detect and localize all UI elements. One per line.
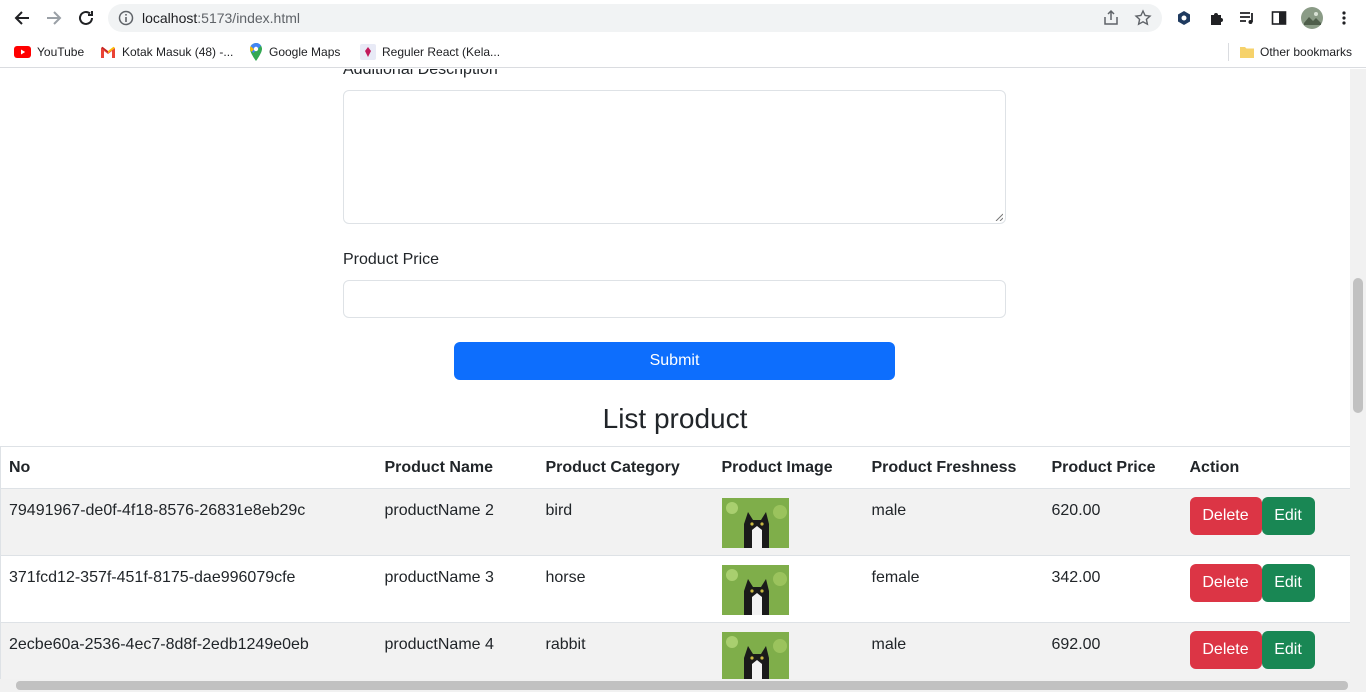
list-title: List product	[602, 403, 748, 434]
product-image-cell	[713, 488, 864, 556]
product-table: No Product Name Product Category Product…	[0, 446, 1350, 679]
vertical-scroll-thumb[interactable]	[1353, 278, 1363, 413]
gmail-icon	[101, 46, 115, 58]
product-freshness: male	[863, 488, 1044, 556]
table-row: 2ecbe60a-2536-4ec7-8d8f-2edb1249e0eb pro…	[0, 622, 1350, 679]
action-cell: Delete Edit	[1181, 488, 1350, 556]
cat-photo-image	[721, 632, 789, 679]
product-name: productName 3	[376, 555, 538, 623]
header-product-freshness: Product Freshness	[863, 446, 1044, 489]
url-text: localhost:5173/index.html	[142, 10, 300, 26]
resize-grip-icon[interactable]	[995, 213, 1003, 221]
table-row: 79491967-de0f-4f18-8576-26831e8eb29c pro…	[0, 488, 1350, 556]
share-icon[interactable]	[1102, 9, 1120, 27]
header-action: Action	[1181, 446, 1350, 489]
table-row: 371fcd12-357f-451f-8175-dae996079cfe pro…	[0, 555, 1350, 623]
action-cell: Delete Edit	[1181, 622, 1350, 679]
extensions-puzzle-icon[interactable]	[1206, 8, 1226, 28]
site-info-icon[interactable]	[118, 10, 134, 26]
extension-hex-icon[interactable]	[1174, 8, 1194, 28]
product-id: 2ecbe60a-2536-4ec7-8d8f-2edb1249e0eb	[0, 622, 377, 679]
back-icon[interactable]	[10, 6, 34, 30]
vertical-scrollbar[interactable]	[1350, 69, 1366, 679]
product-category: rabbit	[537, 622, 714, 679]
action-cell: Delete Edit	[1181, 555, 1350, 623]
menu-kebab-icon[interactable]	[1334, 8, 1354, 28]
media-queue-icon[interactable]	[1237, 8, 1257, 28]
bookmark-google-maps[interactable]: Google Maps	[249, 42, 340, 62]
maps-icon	[250, 43, 262, 61]
edit-button[interactable]: Edit	[1261, 497, 1315, 535]
address-bar[interactable]: localhost:5173/index.html	[108, 4, 1162, 32]
product-id: 79491967-de0f-4f18-8576-26831e8eb29c	[0, 488, 377, 556]
delete-button[interactable]: Delete	[1189, 497, 1262, 535]
folder-icon	[1240, 47, 1254, 58]
table-header-row: No Product Name Product Category Product…	[0, 446, 1350, 489]
description-label: Additional Description	[343, 69, 498, 78]
profile-avatar-icon[interactable]	[1301, 7, 1323, 29]
side-panel-icon[interactable]	[1269, 8, 1289, 28]
header-product-name: Product Name	[376, 446, 538, 489]
header-no: No	[0, 446, 377, 489]
product-image-cell	[713, 622, 864, 679]
submit-button[interactable]: Submit	[454, 342, 895, 380]
product-freshness: male	[863, 622, 1044, 679]
product-name: productName 4	[376, 622, 538, 679]
edit-button[interactable]: Edit	[1261, 564, 1315, 602]
header-product-price: Product Price	[1043, 446, 1182, 489]
product-price: 692.00	[1043, 622, 1182, 679]
bookmark-reguler-react[interactable]: Reguler React (Kela...	[360, 42, 500, 62]
delete-button[interactable]: Delete	[1189, 564, 1262, 602]
other-bookmarks[interactable]: Other bookmarks	[1240, 42, 1352, 62]
header-product-image: Product Image	[713, 446, 864, 489]
product-category: bird	[537, 488, 714, 556]
description-textarea[interactable]	[343, 90, 1006, 224]
reload-icon[interactable]	[74, 6, 98, 30]
product-image-cell	[713, 555, 864, 623]
header-product-category: Product Category	[537, 446, 714, 489]
product-name: productName 2	[376, 488, 538, 556]
youtube-icon	[14, 46, 31, 58]
bookmark-favicon-icon	[360, 44, 376, 60]
horizontal-scrollbar[interactable]	[0, 679, 1366, 692]
cat-photo-image	[721, 498, 789, 548]
price-input[interactable]	[343, 280, 1006, 318]
page-viewport: Additional Description Product Price Sub…	[0, 69, 1350, 679]
product-category: horse	[537, 555, 714, 623]
horizontal-scroll-thumb[interactable]	[16, 681, 1348, 690]
delete-button[interactable]: Delete	[1189, 631, 1262, 669]
browser-toolbar: localhost:5173/index.html	[0, 0, 1366, 36]
product-freshness: female	[863, 555, 1044, 623]
bookmarks-bar: YouTube Kotak Masuk (48) -... Google Map…	[0, 36, 1366, 68]
cat-photo-image	[721, 565, 789, 615]
bookmark-youtube[interactable]: YouTube	[14, 42, 84, 62]
product-price: 620.00	[1043, 488, 1182, 556]
star-icon[interactable]	[1134, 9, 1152, 27]
edit-button[interactable]: Edit	[1261, 631, 1315, 669]
bookmarks-separator	[1228, 43, 1229, 61]
product-id: 371fcd12-357f-451f-8175-dae996079cfe	[0, 555, 377, 623]
product-price: 342.00	[1043, 555, 1182, 623]
bookmark-gmail[interactable]: Kotak Masuk (48) -...	[100, 42, 233, 62]
price-label: Product Price	[343, 251, 440, 268]
forward-icon[interactable]	[42, 6, 66, 30]
